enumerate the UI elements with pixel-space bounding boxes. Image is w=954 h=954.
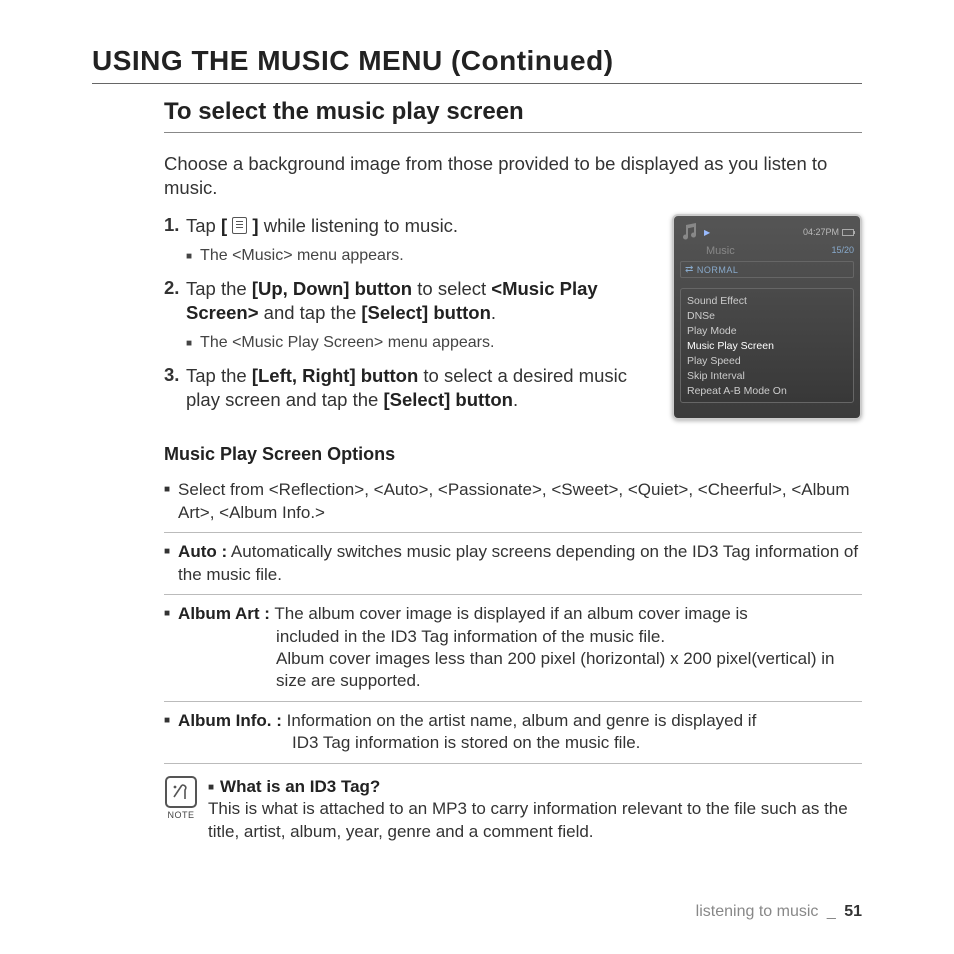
play-indicator-icon: ▶ xyxy=(704,228,710,237)
step-text-suffix: while listening to music. xyxy=(259,215,458,236)
option-body: The album cover image is displayed if an… xyxy=(270,604,748,623)
option-cont: ID3 Tag information is stored on the mus… xyxy=(178,732,756,754)
option-label: Album Art : xyxy=(178,604,270,623)
step-1: 1. Tap [ ] while listening to music. xyxy=(164,214,660,238)
option-text: Select from <Reflection>, <Auto>, <Passi… xyxy=(178,479,862,524)
t: [Up, Down] button xyxy=(252,278,412,299)
intro-text: Choose a background image from those pro… xyxy=(164,152,862,201)
battery-icon xyxy=(842,229,854,236)
note-icon xyxy=(165,776,197,808)
bracket-open: [ xyxy=(221,215,232,236)
option-cont: Album cover images less than 200 pixel (… xyxy=(178,648,862,693)
bullet-icon: ■ xyxy=(164,710,170,755)
option-text: Album Info. : Information on the artist … xyxy=(178,710,756,755)
page-title: USING THE MUSIC MENU (Continued) xyxy=(92,45,862,77)
option-body: Information on the artist name, album an… xyxy=(282,711,756,730)
step-text: Tap [ ] while listening to music. xyxy=(186,214,660,238)
step-number: 2. xyxy=(164,277,186,326)
option-item: ■ Select from <Reflection>, <Auto>, <Pas… xyxy=(164,471,862,533)
repeat-icon: ⇄ xyxy=(685,264,694,275)
footer-sep: _ xyxy=(827,903,836,920)
bullet-icon: ■ xyxy=(164,541,170,586)
option-label: Auto : xyxy=(178,542,227,561)
footer-section: listening to music xyxy=(696,903,819,920)
t: . xyxy=(513,389,518,410)
step-text: Tap the [Up, Down] button to select <Mus… xyxy=(186,277,660,326)
bracket-close: ] xyxy=(247,215,258,236)
option-text: Auto : Automatically switches music play… xyxy=(178,541,862,586)
device-menu-item: Sound Effect xyxy=(687,293,847,308)
t: . xyxy=(491,302,496,323)
option-item: ■ Auto : Automatically switches music pl… xyxy=(164,533,862,595)
section-title: To select the music play screen xyxy=(164,98,862,126)
bullet-icon: ■ xyxy=(208,782,214,793)
bullet-icon: ■ xyxy=(186,334,192,354)
footer-page-number: 51 xyxy=(844,903,862,920)
option-item: ■ Album Art : The album cover image is d… xyxy=(164,595,862,702)
device-menu-item: Play Speed xyxy=(687,353,847,368)
note-title: What is an ID3 Tag? xyxy=(220,777,380,796)
step-2-sub: ■ The <Music Play Screen> menu appears. xyxy=(186,334,660,354)
device-menu-item: Skip Interval xyxy=(687,368,847,383)
device-menu-item: Repeat A-B Mode On xyxy=(687,383,847,398)
note-body: This is what is attached to an MP3 to ca… xyxy=(208,799,848,840)
steps-column: 1. Tap [ ] while listening to music. ■ T… xyxy=(164,214,660,420)
step-text: Tap the [Left, Right] button to select a… xyxy=(186,364,660,413)
device-menu-item: DNSe xyxy=(687,308,847,323)
note-block: NOTE ■ What is an ID3 Tag? This is what i… xyxy=(164,776,862,843)
option-item: ■ Album Info. : Information on the artis… xyxy=(164,702,862,764)
menu-icon xyxy=(232,217,247,234)
step-text-prefix: Tap xyxy=(186,215,221,236)
t: to select xyxy=(412,278,491,299)
device-menu-item-active: Music Play Screen xyxy=(687,338,847,353)
device-screenshot: ▶ 04:27PM Music 15/20 ⇄ NORMAL Sound E xyxy=(672,214,862,420)
page-footer: listening to music _ 51 xyxy=(92,903,862,921)
device-mode: NORMAL xyxy=(697,265,739,275)
note-content: ■ What is an ID3 Tag? This is what is att… xyxy=(208,776,862,843)
t: and tap the xyxy=(259,302,362,323)
t: Tap the xyxy=(186,278,252,299)
bullet-icon: ■ xyxy=(164,603,170,693)
device-count: 15/20 xyxy=(831,245,854,257)
device-title: Music xyxy=(706,245,735,257)
option-text: Album Art : The album cover image is dis… xyxy=(178,603,862,693)
step-3: 3. Tap the [Left, Right] button to selec… xyxy=(164,364,660,413)
option-cont: included in the ID3 Tag information of t… xyxy=(178,626,862,648)
device-menu: Sound Effect DNSe Play Mode Music Play S… xyxy=(680,288,854,403)
step-number: 3. xyxy=(164,364,186,413)
device-menu-item: Play Mode xyxy=(687,323,847,338)
bullet-icon: ■ xyxy=(164,479,170,524)
subsection-title: Music Play Screen Options xyxy=(164,444,862,465)
step-1-sub: ■ The <Music> menu appears. xyxy=(186,247,660,267)
t: [Select] button xyxy=(361,302,491,323)
music-note-icon xyxy=(680,222,700,242)
t: [Select] button xyxy=(383,389,513,410)
option-label: Album Info. : xyxy=(178,711,282,730)
option-body: Automatically switches music play screen… xyxy=(178,542,858,583)
step-number: 1. xyxy=(164,214,186,238)
rule-thin xyxy=(164,132,862,133)
t: [Left, Right] button xyxy=(252,365,418,386)
rule-thick xyxy=(92,83,862,84)
sub-bullet-text: The <Music> menu appears. xyxy=(200,247,404,267)
device-mode-bar: ⇄ NORMAL xyxy=(680,261,854,278)
step-2: 2. Tap the [Up, Down] button to select <… xyxy=(164,277,660,326)
bullet-icon: ■ xyxy=(186,247,192,267)
sub-bullet-text: The <Music Play Screen> menu appears. xyxy=(200,334,494,354)
t: Tap the xyxy=(186,365,252,386)
note-label: NOTE xyxy=(164,810,198,820)
device-time: 04:27PM xyxy=(803,227,839,237)
